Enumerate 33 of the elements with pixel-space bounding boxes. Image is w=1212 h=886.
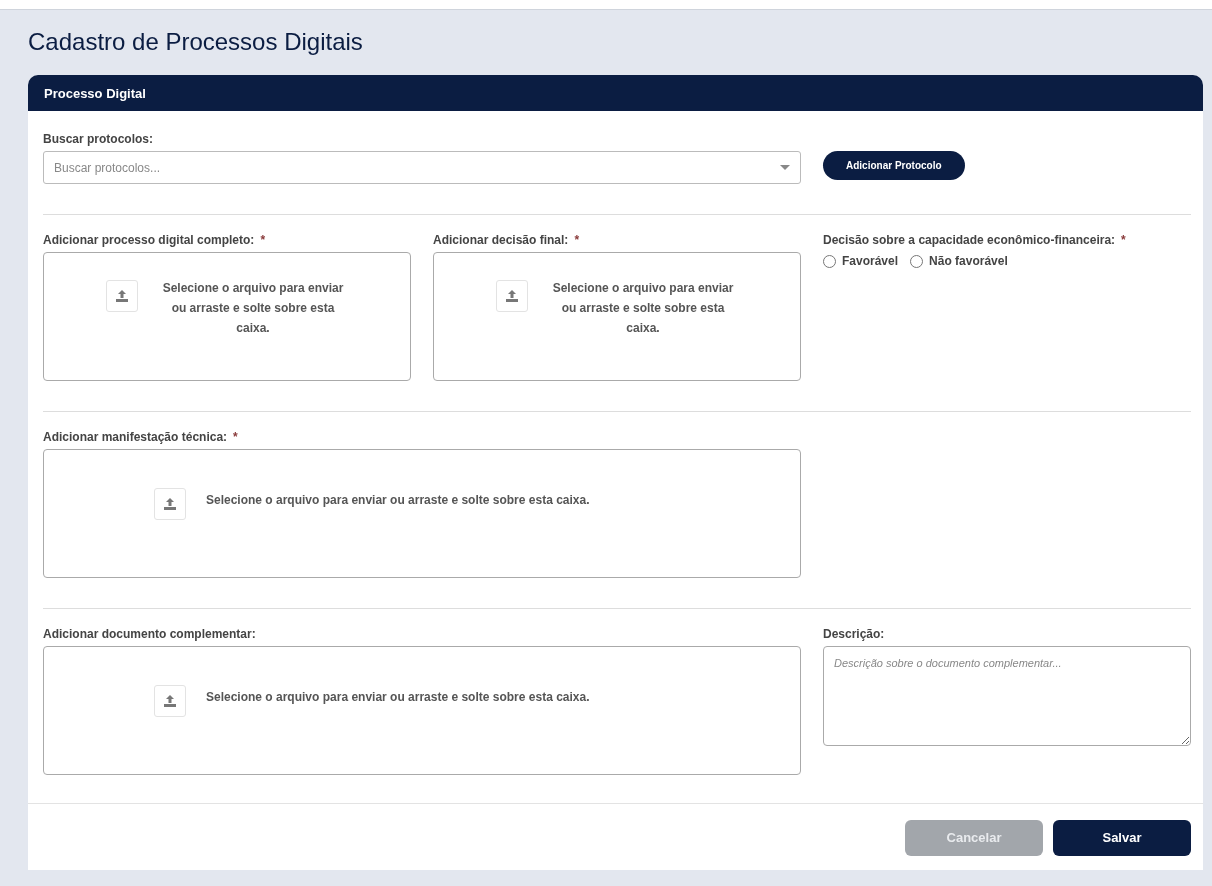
field-label: Adicionar decisão final: [433,233,569,247]
file-drop-zone[interactable]: Selecione o arquivo para enviar ou arraste e solte sobre esta caixa. [43,252,411,381]
search-select[interactable]: Buscar protocolos... [43,151,801,184]
upload-icon[interactable] [496,280,528,312]
add-protocol-button[interactable]: Adicionar Protocolo [823,151,965,180]
field-label: Adicionar documento complementar: [43,627,256,641]
drop-hint: Selecione o arquivo para enviar ou arraste e solte sobre esta caixa. [161,280,345,337]
upload-icon[interactable] [106,280,138,312]
drop-hint: Selecione o arquivo para enviar ou arraste e solte sobre esta caixa. [206,492,590,509]
required-mark: * [1121,233,1126,247]
field-label: Descrição: [823,627,885,641]
field-label: Adicionar manifestação técnica: [43,430,228,444]
drop-hint: Selecione o arquivo para enviar ou arraste e solte sobre esta caixa. [551,280,735,337]
page-title: Cadastro de Processos Digitais [28,28,364,56]
field-label: Decisão sobre a capacidade econômico-financeira: [823,233,1116,247]
caret-icon [780,165,790,170]
file-drop-zone[interactable]: Selecione o arquivo para enviar ou arraste e solte sobre esta caixa. [433,252,801,381]
file-drop-zone[interactable]: Selecione o arquivo para enviar ou arraste e solte sobre esta caixa. [43,449,801,578]
upload-icon[interactable] [154,685,186,717]
required-mark: * [233,430,238,444]
required-mark: * [260,233,266,247]
drop-hint: Selecione o arquivo para enviar ou arraste e solte sobre esta caixa. [206,689,590,706]
card-header: Processo Digital [28,75,1203,111]
required-mark: * [574,233,580,247]
description-field[interactable]: Descrição sobre o documento complementar... [823,646,1191,746]
upload-icon[interactable] [154,488,186,520]
placeholder-text: Buscar protocolos... [54,159,161,177]
file-drop-zone[interactable]: Selecione o arquivo para enviar ou arraste e solte sobre esta caixa. [43,646,801,775]
radio-label: Não favorável [929,253,1008,270]
field-label: Adicionar processo digital completo: [43,233,255,247]
radio-label: Favorável [842,253,899,270]
save-button[interactable]: Salvar [1053,820,1191,856]
field-label: Buscar protocolos: [43,132,153,146]
